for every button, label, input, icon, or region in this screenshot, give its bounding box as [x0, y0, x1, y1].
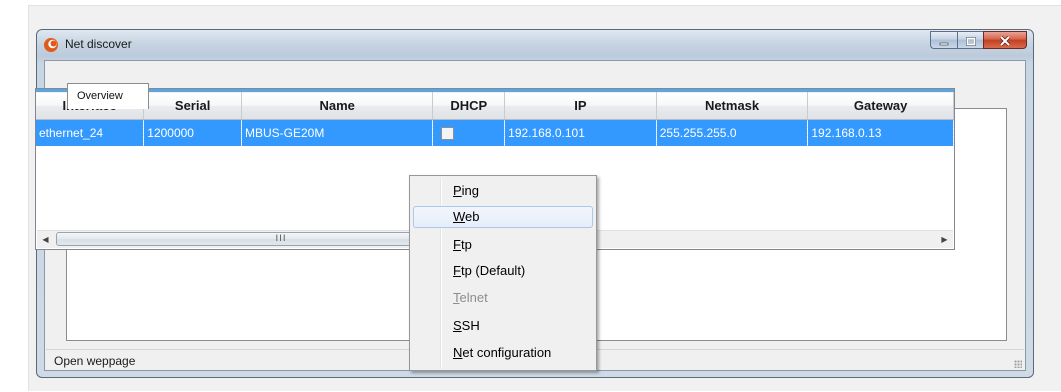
status-text: Open weppage	[54, 354, 136, 368]
tab-overview[interactable]: Overview	[67, 83, 149, 109]
resize-grip-icon[interactable]	[1014, 360, 1022, 368]
menu-item-telnet[interactable]: Telnet	[413, 287, 593, 309]
context-menu: Ping Web Ftp Ftp (Default) Telnet SSH Ne…	[409, 175, 597, 371]
maximize-icon	[965, 31, 976, 50]
cell-netmask[interactable]: 255.255.255.0	[656, 119, 809, 146]
column-header-gateway[interactable]: Gateway	[807, 89, 954, 120]
table-header-row: Interface Serial Name DHCP IP Netmask Ga…	[36, 89, 954, 120]
scrollbar-grip: III	[275, 234, 287, 244]
device-table-grid: Interface Serial Name DHCP IP Netmask Ga…	[36, 89, 954, 146]
close-button[interactable]	[983, 31, 1027, 49]
cell-interface[interactable]: ethernet_24	[36, 119, 145, 146]
column-header-name[interactable]: Name	[241, 89, 434, 120]
window-title: Net discover	[65, 37, 132, 51]
menu-mnemonic: S	[453, 318, 462, 333]
menu-item-ftp[interactable]: Ftp	[413, 234, 593, 256]
title-bar[interactable]: Net discover	[37, 30, 1033, 60]
menu-item-label: eb	[465, 209, 480, 224]
cell-name[interactable]: MBUS-GE20M	[241, 119, 434, 146]
menu-item-ping[interactable]: Ping	[413, 180, 593, 202]
maximize-button[interactable]	[957, 31, 983, 49]
menu-item-net-configuration[interactable]: Net configuration	[413, 342, 593, 364]
menu-mnemonic: N	[453, 345, 463, 360]
column-header-netmask[interactable]: Netmask	[656, 89, 809, 120]
menu-item-label: elnet	[459, 290, 488, 305]
minimize-icon	[939, 31, 949, 50]
menu-mnemonic: P	[453, 183, 462, 198]
menu-item-label: et configuration	[462, 345, 552, 360]
cell-serial[interactable]: 1200000	[143, 119, 242, 146]
arrow-left-icon[interactable]: ◀	[37, 231, 54, 248]
close-icon	[999, 31, 1011, 50]
cell-dhcp[interactable]	[432, 119, 506, 146]
menu-item-ssh[interactable]: SSH	[413, 315, 593, 337]
menu-item-label: ing	[461, 183, 480, 198]
column-header-dhcp[interactable]: DHCP	[432, 89, 506, 120]
menu-item-label: tp	[460, 237, 472, 252]
column-header-ip[interactable]: IP	[504, 89, 657, 120]
app-logo-icon	[43, 37, 59, 53]
menu-item-web[interactable]: Web	[413, 206, 593, 228]
table-row[interactable]: ethernet_24 1200000 MBUS-GE20M 192.168.0…	[36, 119, 954, 146]
menu-item-label: tp (Default)	[460, 263, 526, 278]
caption-buttons	[930, 31, 1027, 51]
menu-mnemonic: F	[453, 263, 461, 278]
minimize-button[interactable]	[930, 31, 957, 49]
menu-mnemonic: F	[453, 237, 461, 252]
cell-gateway[interactable]: 192.168.0.13	[807, 119, 954, 146]
arrow-right-icon[interactable]: ▶	[936, 231, 953, 248]
menu-item-ftp-default[interactable]: Ftp (Default)	[413, 260, 593, 282]
column-header-serial[interactable]: Serial	[143, 89, 242, 120]
dhcp-checkbox[interactable]	[441, 127, 455, 141]
menu-mnemonic: W	[453, 209, 466, 224]
cell-ip[interactable]: 192.168.0.101	[504, 119, 657, 146]
menu-item-label: SH	[461, 318, 480, 333]
